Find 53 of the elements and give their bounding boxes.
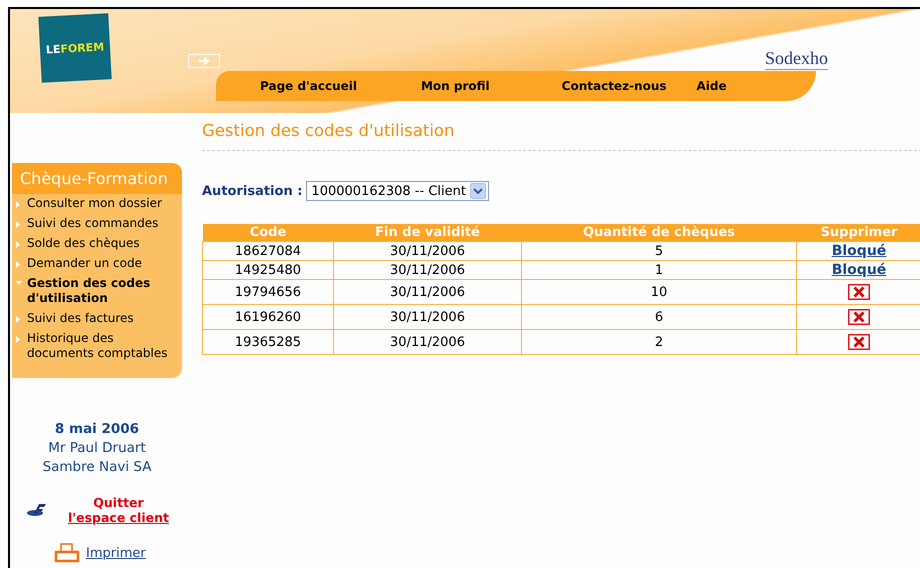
page-title: Gestion des codes d'utilisation: [202, 113, 920, 151]
nav-link[interactable]: Mon profil: [420, 79, 490, 93]
table-cell: 19794656: [202, 280, 334, 304]
table-cell: 10: [522, 280, 796, 304]
delete-icon[interactable]: [848, 309, 870, 325]
column-header: Code: [202, 224, 334, 242]
sidebar-item[interactable]: Historique des documents comptables: [12, 329, 182, 364]
caret-right-icon: [16, 336, 20, 343]
caret-down-icon: [16, 281, 22, 285]
caret-right-icon: [16, 201, 20, 208]
sidebar-item[interactable]: Consulter mon dossier: [12, 194, 182, 214]
logout-label: Quitter: [93, 495, 144, 510]
nav-link[interactable]: Contactez-nous: [562, 79, 667, 93]
sidebar-item[interactable]: Suivi des commandes: [12, 214, 182, 234]
table-cell: 19365285: [202, 330, 334, 354]
table-cell: 18627084: [202, 242, 334, 260]
caret-right-icon: [16, 221, 20, 228]
column-header: Fin de validité: [334, 224, 522, 242]
caret-right-icon: [16, 261, 20, 268]
sidebar-item[interactable]: Demander un code: [12, 254, 182, 274]
date-text: 8 mai 2006: [54, 420, 140, 439]
sodexho-logo: Sodexho: [765, 49, 828, 70]
forem-logo: LEFOREM: [38, 13, 112, 83]
table-cell: 30/11/2006: [334, 304, 522, 330]
delete-icon[interactable]: [848, 284, 870, 300]
table-cell: 30/11/2006: [334, 330, 522, 354]
nav-link[interactable]: Page d'accueil: [260, 79, 357, 93]
sidebar-item[interactable]: Gestion des codes d'utilisation: [12, 274, 182, 309]
sidebar-item[interactable]: Solde des chèques: [12, 234, 182, 254]
table-cell: 30/11/2006: [334, 242, 522, 260]
table-cell: 30/11/2006: [334, 260, 522, 280]
printer-icon[interactable]: [54, 543, 80, 563]
table-cell: 6: [522, 304, 796, 330]
column-header: Supprimer: [796, 224, 920, 242]
table-cell: 1: [522, 260, 796, 280]
caret-right-icon: [16, 316, 20, 323]
column-header: Quantité de chèques: [522, 224, 796, 242]
nav-link[interactable]: Aide: [696, 79, 727, 93]
table-cell: 16196260: [202, 304, 334, 330]
delete-icon[interactable]: [848, 334, 870, 350]
logout-link[interactable]: l'espace client: [68, 510, 169, 525]
authorization-dropdown[interactable]: 100000162308 -- Client: [306, 181, 489, 201]
user-name: Mr Paul Druart: [47, 439, 147, 458]
table-cell: 2: [522, 330, 796, 354]
company-name: Sambre Navi SA: [42, 458, 152, 477]
caret-right-icon: [16, 241, 20, 248]
table-cell: 5: [522, 242, 796, 260]
table-cell: 14925480: [202, 260, 334, 280]
sidebar-item[interactable]: Suivi des factures: [12, 309, 182, 329]
authorization-label: Autorisation :: [202, 184, 302, 198]
table-cell: 30/11/2006: [334, 280, 522, 304]
print-link[interactable]: Imprimer: [86, 546, 146, 560]
sidebar-title: Chèque-Formation: [12, 163, 182, 194]
